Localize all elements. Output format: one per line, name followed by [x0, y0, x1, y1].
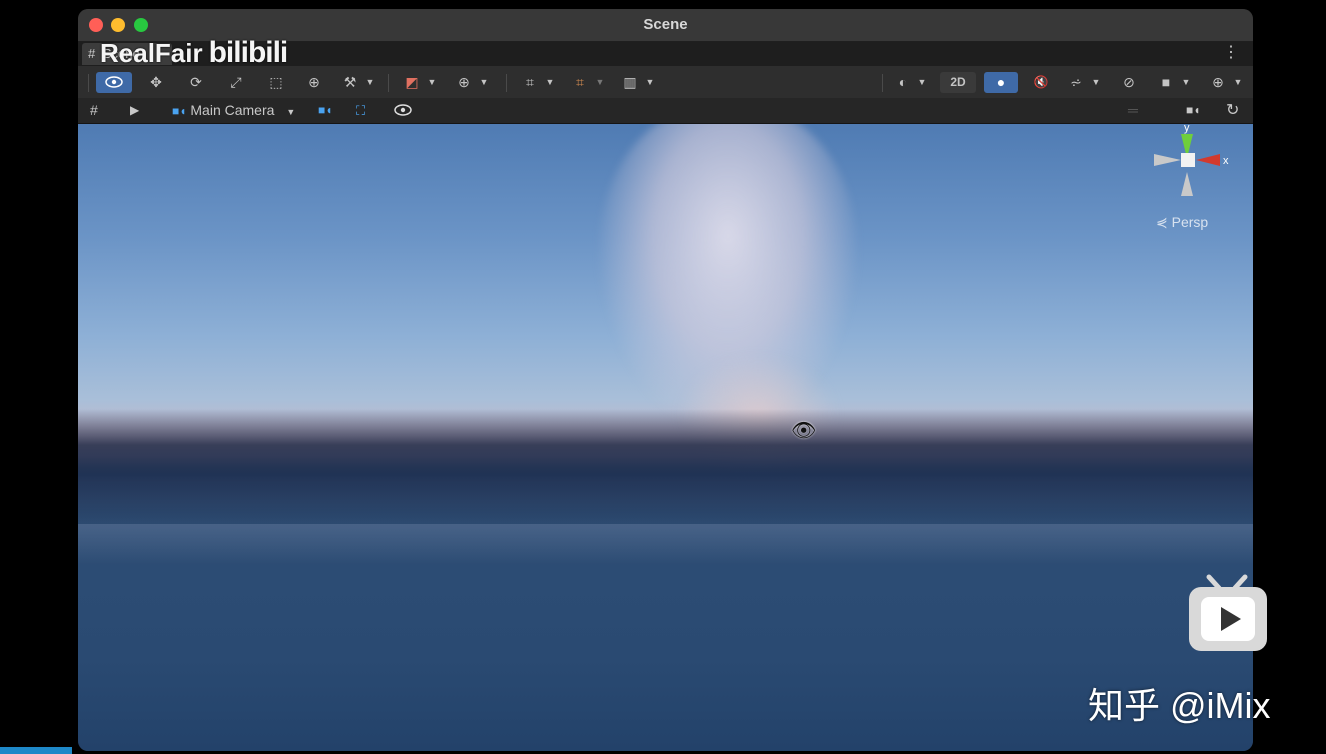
tab-row: # Scene RealFair bilibili ⋮ [78, 36, 1253, 69]
grid-snap-button[interactable]: ⌗ [518, 72, 542, 93]
watermark: RealFair bilibili [100, 36, 289, 70]
camera-overlay-button[interactable]: ⛶ [356, 100, 365, 121]
global-local-button[interactable]: ⊕ [452, 72, 476, 93]
gizmos-dropdown[interactable]: ▼ [1232, 72, 1244, 93]
surface-snap-button[interactable]: ▥ [618, 72, 642, 93]
surface-snap-dropdown[interactable]: ▼ [644, 72, 656, 93]
horizon-band [78, 409, 1253, 529]
move-tool-button[interactable]: ✥ [142, 72, 170, 93]
bilibili-tv-icon [1189, 574, 1267, 651]
zhihu-watermark: 知乎 @iMix [1088, 685, 1271, 726]
scale-tool-button[interactable]: ⤢ [222, 72, 250, 93]
projection-toggle[interactable]: ⋞ Persp [1156, 214, 1208, 231]
toolbar-handle[interactable] [88, 74, 89, 92]
camera-select-dropdown[interactable]: ■◖ Main Camera ▼ [172, 100, 295, 121]
rotate-tool-button[interactable]: ⟳ [182, 72, 210, 93]
camera-preview-button[interactable]: ■◖ [318, 100, 333, 121]
drag-handle[interactable]: ═ [1128, 100, 1138, 121]
increment-snap-button[interactable]: ⌗ [568, 72, 592, 93]
camera-gizmo-icon[interactable]: 👁 [791, 418, 816, 443]
gizmo-x-label: x [1223, 155, 1229, 167]
draw-mode-dropdown[interactable]: ▼ [916, 72, 928, 93]
pivot-dropdown[interactable]: ▼ [426, 72, 438, 93]
grid-snap-dropdown[interactable]: ▼ [544, 72, 556, 93]
play-icon[interactable]: ▶ [130, 100, 139, 121]
camera-view-button[interactable]: ■◖ [1186, 100, 1201, 121]
watermark-text: RealFair [100, 38, 203, 68]
toolbar-separator [882, 74, 883, 92]
gizmo-center[interactable] [1181, 153, 1195, 167]
chevron-down-icon: ▼ [286, 107, 296, 117]
refresh-icon[interactable]: ↻ [1226, 100, 1239, 121]
tools-toolbar: ✥ ⟳ ⤢ ⬚ ⊕ ⚒ ▼ ◩ ▼ ⊕ ▼ ⌗ ▼ ⌗ ▼ ▥ ▼ ◐ ▼ 2D… [78, 66, 1253, 99]
draw-mode-button[interactable]: ◐ [892, 72, 914, 93]
kebab-menu-icon[interactable]: ⋮ [1223, 44, 1239, 62]
global-local-dropdown[interactable]: ▼ [478, 72, 490, 93]
video-camera-icon: ■◖ [172, 104, 187, 118]
grid-icon[interactable]: # [90, 100, 98, 121]
custom-tool-button[interactable]: ⚒ [338, 72, 362, 93]
eye-icon [105, 76, 123, 88]
gizmo-neg-x-axis[interactable] [1154, 154, 1181, 166]
view-tool-button[interactable] [96, 72, 132, 93]
gizmo-x-axis[interactable] [1196, 154, 1220, 166]
gizmos-button[interactable]: ⊕ [1206, 72, 1230, 93]
overlay-toolbar: # ▶ ■◖ Main Camera ▼ ■◖ ⛶ ═ ■◖ ↻ [78, 98, 1253, 124]
toolbar-separator [388, 74, 389, 92]
rect-tool-button[interactable]: ⬚ [262, 72, 290, 93]
gizmo-y-label: y [1184, 124, 1190, 134]
window-title: Scene [643, 16, 688, 33]
pivot-button[interactable]: ◩ [400, 72, 424, 93]
camera-settings-dropdown[interactable]: ▼ [1180, 72, 1192, 93]
lighting-toggle-button[interactable]: ● [984, 72, 1018, 93]
visibility-eye-button[interactable] [394, 100, 412, 121]
toolbar-separator [506, 74, 507, 92]
effects-button[interactable]: ⩫ [1064, 72, 1088, 93]
gizmo-neg-y-axis[interactable] [1181, 172, 1193, 196]
effects-dropdown[interactable]: ▼ [1090, 72, 1102, 93]
toggle-2d-button[interactable]: 2D [940, 72, 976, 93]
scene-visibility-button[interactable]: ⊘ [1114, 72, 1144, 93]
progress-indicator [0, 747, 72, 754]
scene-window: Scene # Scene RealFair bilibili ⋮ ✥ ⟳ ⤢ ⬚… [78, 9, 1253, 751]
transform-tool-button[interactable]: ⊕ [300, 72, 328, 93]
camera-select-label: Main Camera [190, 102, 275, 118]
water-reflection [78, 524, 1253, 564]
custom-tool-dropdown[interactable]: ▼ [364, 72, 376, 93]
bilibili-logo: bilibili [208, 36, 289, 69]
grid-icon: # [88, 46, 96, 61]
increment-snap-dropdown[interactable]: ▼ [594, 72, 606, 93]
camera-settings-button[interactable]: ■ [1154, 72, 1178, 93]
audio-toggle-button[interactable]: 🔇 [1026, 72, 1056, 93]
scene-viewport[interactable]: y x ⋞ Persp 👁 [78, 124, 1253, 751]
eye-icon [394, 104, 412, 116]
lightbulb-icon: ● [996, 74, 1006, 90]
